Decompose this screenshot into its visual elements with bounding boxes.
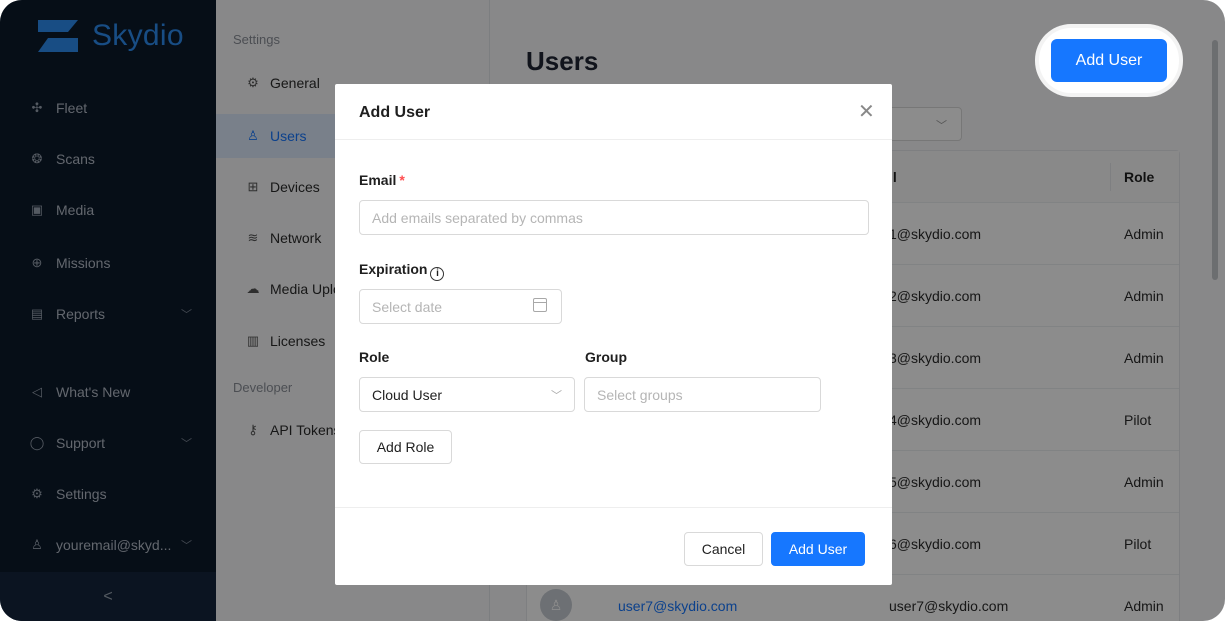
date-placeholder: Select date — [372, 299, 443, 315]
app-window: Skydio ✣ Fleet ❂ Scans ▣ Media ⊕ Mission… — [0, 0, 1225, 621]
modal-header: Add User ✕ — [335, 84, 892, 140]
modal-footer-divider — [335, 507, 892, 508]
email-field[interactable] — [359, 200, 869, 235]
add-role-button[interactable]: Add Role — [359, 430, 452, 464]
expiration-label: Expiration i — [359, 261, 445, 281]
add-user-modal: Add User ✕ Email* Expirationi Select dat… — [335, 84, 892, 585]
expiration-label-text: Expiration — [359, 261, 428, 277]
add-user-button[interactable]: Add User — [1051, 39, 1167, 82]
chevron-down-icon: ﹀ — [551, 390, 562, 402]
role-select[interactable]: Cloud User ﹀ — [359, 377, 575, 412]
info-icon[interactable]: i — [430, 266, 445, 281]
email-label: Email * — [359, 172, 405, 188]
close-icon[interactable]: ✕ — [858, 99, 875, 124]
role-select-value: Cloud User — [372, 387, 443, 403]
calendar-icon — [533, 298, 547, 312]
group-select[interactable] — [584, 377, 821, 412]
group-label: Group — [585, 349, 627, 365]
modal-title: Add User — [359, 104, 431, 121]
role-label: Role — [359, 349, 390, 365]
submit-add-user-button[interactable]: Add User — [771, 532, 865, 566]
cancel-button[interactable]: Cancel — [684, 532, 763, 566]
email-label-text: Email — [359, 172, 397, 188]
required-mark: * — [399, 172, 405, 188]
expiration-date-picker[interactable]: Select date — [359, 289, 562, 324]
